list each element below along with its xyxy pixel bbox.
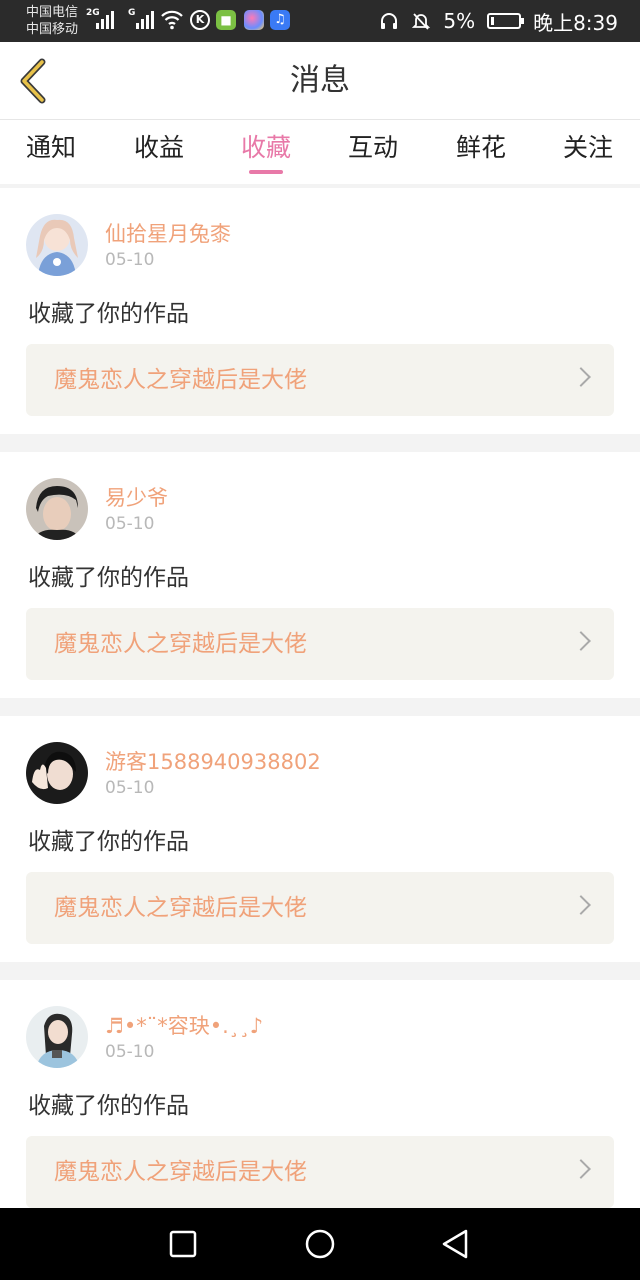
- photo-app-icon: [244, 10, 264, 30]
- network-type-2: G: [128, 8, 136, 18]
- work-link[interactable]: 魔鬼恋人之穿越后是大佬: [26, 608, 614, 680]
- home-icon[interactable]: [302, 1226, 338, 1262]
- clock: 晚上8:39: [533, 10, 618, 35]
- message-card: 仙拾星月兔桼 05-10 收藏了你的作品 魔鬼恋人之穿越后是大佬: [0, 188, 640, 434]
- username[interactable]: 易少爷: [105, 482, 168, 512]
- chevron-right-icon: [571, 631, 591, 651]
- message-date: 05-10: [105, 514, 155, 534]
- headphones-icon: [381, 13, 398, 29]
- tab-flowers[interactable]: 鲜花: [441, 120, 521, 184]
- avatar[interactable]: [26, 478, 88, 540]
- message-card: 易少爷 05-10 收藏了你的作品 魔鬼恋人之穿越后是大佬: [0, 452, 640, 698]
- avatar[interactable]: [26, 1006, 88, 1068]
- tab-interactions[interactable]: 互动: [333, 120, 413, 184]
- battery-percent: 5%: [443, 9, 476, 33]
- back-nav-icon[interactable]: [438, 1226, 474, 1262]
- username[interactable]: ♬•*¨*容玦•.¸¸♪: [105, 1010, 263, 1040]
- work-title: 魔鬼恋人之穿越后是大佬: [54, 631, 307, 657]
- username[interactable]: 游客1588940938802: [105, 746, 321, 776]
- tab-favorites[interactable]: 收藏: [226, 120, 306, 184]
- battery-icon: [487, 13, 525, 29]
- work-title: 魔鬼恋人之穿越后是大佬: [54, 367, 307, 393]
- music-app-icon: ♫: [270, 10, 290, 30]
- work-title: 魔鬼恋人之穿越后是大佬: [54, 895, 307, 921]
- message-card: ♬•*¨*容玦•.¸¸♪ 05-10 收藏了你的作品 魔鬼恋人之穿越后是大佬: [0, 980, 640, 1226]
- carrier-labels: 中国电信 中国移动: [26, 4, 78, 38]
- page-title: 消息: [290, 63, 350, 98]
- tab-earnings[interactable]: 收益: [119, 120, 199, 184]
- message-date: 05-10: [105, 1042, 155, 1062]
- tab-label: 通知: [25, 133, 76, 162]
- carrier-1: 中国电信: [26, 5, 79, 20]
- tab-label: 关注: [562, 133, 613, 162]
- tab-label: 收藏: [240, 133, 291, 162]
- work-title: 魔鬼恋人之穿越后是大佬: [54, 1159, 307, 1185]
- action-text: 收藏了你的作品: [28, 1093, 189, 1119]
- k-app-icon: K: [190, 10, 210, 30]
- signal-icon-1: [96, 9, 114, 29]
- action-text: 收藏了你的作品: [28, 301, 189, 327]
- action-text: 收藏了你的作品: [28, 829, 189, 855]
- work-link[interactable]: 魔鬼恋人之穿越后是大佬: [26, 344, 614, 416]
- chevron-right-icon: [571, 367, 591, 387]
- carrier-2: 中国移动: [26, 22, 79, 37]
- wifi-icon: [161, 10, 183, 30]
- top-header: 消息: [0, 42, 640, 120]
- green-app-icon: ■: [216, 10, 236, 30]
- system-nav-bar: [0, 1208, 640, 1280]
- work-link[interactable]: 魔鬼恋人之穿越后是大佬: [26, 872, 614, 944]
- message-list: 仙拾星月兔桼 05-10 收藏了你的作品 魔鬼恋人之穿越后是大佬 易少爷 05-…: [0, 188, 640, 1244]
- status-bar: 中国电信 中国移动 2G G K ■ ♫ 5% 晚上8:39: [0, 0, 640, 42]
- chevron-right-icon: [571, 1159, 591, 1179]
- tab-label: 鲜花: [455, 133, 506, 162]
- work-link[interactable]: 魔鬼恋人之穿越后是大佬: [26, 1136, 614, 1208]
- tab-label: 收益: [133, 133, 184, 162]
- tab-notifications[interactable]: 通知: [11, 120, 91, 184]
- active-tab-indicator: [249, 170, 283, 174]
- avatar[interactable]: [26, 742, 88, 804]
- username[interactable]: 仙拾星月兔桼: [105, 218, 231, 248]
- signal-icon-2: [136, 9, 154, 29]
- message-date: 05-10: [105, 778, 155, 798]
- tab-label: 互动: [347, 133, 398, 162]
- tab-follows[interactable]: 关注: [548, 120, 628, 184]
- avatar[interactable]: [26, 214, 88, 276]
- chevron-right-icon: [571, 895, 591, 915]
- action-text: 收藏了你的作品: [28, 565, 189, 591]
- tab-bar: 通知 收益 收藏 互动 鲜花 关注: [0, 120, 640, 184]
- status-right: 5% 晚上8:39: [379, 0, 618, 42]
- message-date: 05-10: [105, 250, 155, 270]
- message-card: 游客1588940938802 05-10 收藏了你的作品 魔鬼恋人之穿越后是大…: [0, 716, 640, 962]
- recent-apps-icon[interactable]: [165, 1226, 201, 1262]
- mute-bell-icon: [412, 13, 431, 30]
